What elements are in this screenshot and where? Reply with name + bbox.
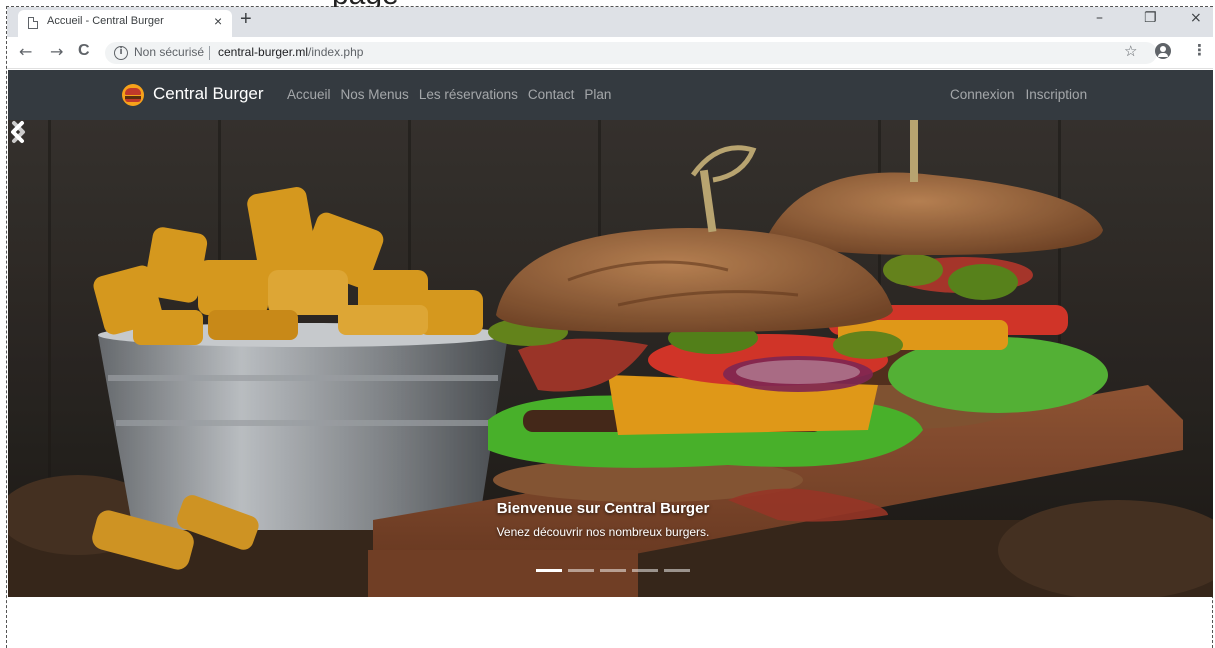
document-icon [28, 17, 38, 29]
caption-title: Bienvenue sur Central Burger [496, 500, 710, 517]
nav-link-inscription[interactable]: Inscription [1026, 87, 1088, 102]
reload-button[interactable]: C [78, 42, 90, 60]
new-tab-button[interactable]: + [240, 8, 252, 31]
minimize-button[interactable]: – [1096, 10, 1103, 26]
restore-button[interactable]: ❐ [1144, 10, 1157, 26]
nav-link-plan[interactable]: Plan [584, 87, 611, 102]
chevron-right-icon[interactable] [8, 120, 28, 144]
browser-tab-strip: Accueil - Central Burger × + – ❐ × [7, 7, 1213, 37]
nav-link-nos-menus[interactable]: Nos Menus [341, 87, 409, 102]
url-text: central-burger.ml/index.php [218, 45, 363, 59]
address-separator [209, 46, 210, 60]
site-navbar: Central Burger Accueil Nos Menus Les rés… [8, 70, 1213, 120]
back-button[interactable]: ← [19, 42, 32, 61]
tab-close-button[interactable]: × [214, 13, 222, 29]
carousel-indicator-3[interactable] [600, 569, 626, 572]
burger-logo-icon [122, 84, 144, 106]
forward-button[interactable]: → [50, 42, 63, 61]
close-window-button[interactable]: × [1190, 10, 1202, 26]
url-host: central-burger.ml [218, 45, 309, 59]
nav-link-accueil[interactable]: Accueil [287, 87, 331, 102]
carousel-indicator-2[interactable] [568, 569, 594, 572]
menu-icon[interactable]: ⋮ [1192, 41, 1207, 59]
carousel-caption: Bienvenue sur Central Burger Venez décou… [388, 500, 818, 539]
info-icon[interactable]: i [114, 46, 128, 60]
carousel-indicator-4[interactable] [632, 569, 658, 572]
nav-links: Accueil Nos Menus Les réservations Conta… [287, 87, 611, 102]
address-bar[interactable]: i Non sécurisé central-burger.ml/index.p… [105, 42, 1157, 64]
account-icon[interactable] [1155, 43, 1171, 59]
star-icon[interactable]: ☆ [1124, 42, 1137, 60]
tab-title: Accueil - Central Burger [47, 15, 164, 27]
url-path: /index.php [308, 45, 364, 59]
nav-link-contact[interactable]: Contact [528, 87, 575, 102]
browser-toolbar: ← → C i Non sécurisé central-burger.ml/i… [7, 37, 1213, 69]
nav-auth-links: Connexion Inscription [950, 87, 1087, 102]
caption-text: Venez découvrir nos nombreux burgers. [496, 525, 710, 539]
carousel-indicator-5[interactable] [664, 569, 690, 572]
nav-link-connexion[interactable]: Connexion [950, 87, 1015, 102]
carousel-indicator-1[interactable] [536, 569, 562, 572]
brand-name: Central Burger [153, 84, 264, 103]
carousel-indicators [536, 569, 690, 572]
nav-link-reservations[interactable]: Les réservations [419, 87, 518, 102]
hero-carousel: Bienvenue sur Central Burger Venez décou… [8, 120, 1213, 597]
browser-tab[interactable]: Accueil - Central Burger × [18, 10, 232, 37]
security-label: Non sécurisé [134, 45, 205, 59]
